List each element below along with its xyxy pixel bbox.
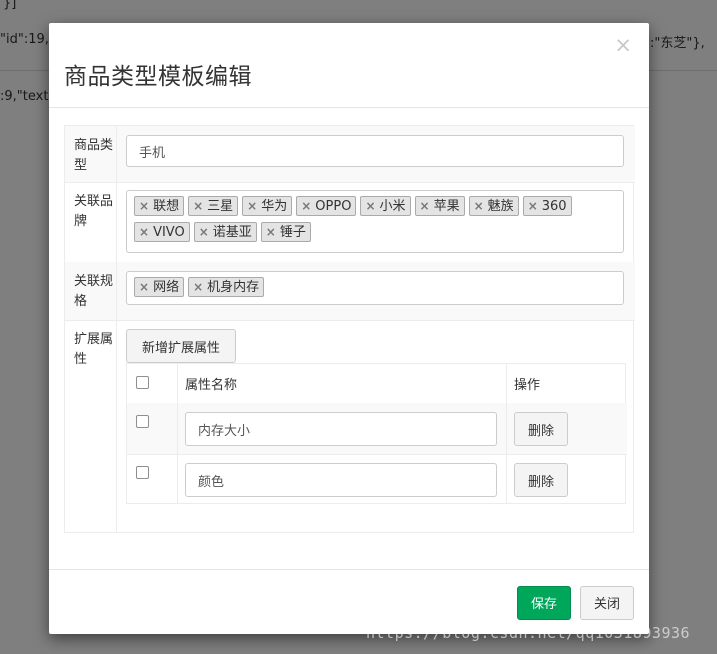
modal-header: 商品类型模板编辑 × [49, 23, 649, 108]
row-action-cell: 删除 [506, 403, 627, 454]
row-check-cell [127, 403, 178, 454]
header-name-cell: 属性名称 [177, 364, 507, 403]
table-row: 删除 [127, 454, 627, 504]
tag-label: VIVO [153, 225, 185, 240]
row-specs: 关联规格 × 网络 × 机身内存 [65, 262, 635, 321]
remove-tag-icon[interactable]: × [139, 199, 149, 213]
remove-tag-icon[interactable]: × [247, 199, 257, 213]
add-extension-button[interactable]: 新增扩展属性 [126, 329, 236, 363]
tag-label: 魅族 [487, 199, 514, 214]
label-specs: 关联规格 [65, 262, 117, 320]
row-check-cell [127, 454, 178, 504]
delete-button[interactable]: 删除 [514, 412, 568, 446]
remove-tag-icon[interactable]: × [266, 225, 276, 239]
tag-label: 锤子 [279, 225, 306, 240]
extension-table-header: 属性名称 操作 [127, 364, 627, 404]
selected-tag: × 锤子 [260, 222, 311, 242]
remove-tag-icon[interactable]: × [139, 280, 149, 294]
form-table: 商品类型 关联品牌 ×联想×三星×华为×OPPO×小米×苹果×魅族×360×VI… [64, 125, 635, 533]
tag-label: 华为 [261, 199, 288, 214]
selected-tag: × 苹果 [414, 196, 465, 216]
tag-label: 360 [541, 199, 567, 214]
selected-tag: × 魅族 [468, 196, 519, 216]
selected-tag: × 三星 [188, 196, 239, 216]
label-extensions: 扩展属性 [65, 320, 117, 533]
selected-tag: × 360 [522, 196, 572, 216]
attribute-name-input[interactable] [185, 412, 497, 446]
remove-tag-icon[interactable]: × [193, 199, 203, 213]
selected-tag: × 华为 [242, 196, 293, 216]
delete-button[interactable]: 删除 [514, 463, 568, 497]
edit-template-modal: 商品类型模板编辑 × 商品类型 关联品牌 ×联想×三星×华为×OPPO×小米×苹… [49, 23, 649, 634]
label-product-type: 商品类型 [65, 126, 117, 182]
remove-tag-icon[interactable]: × [199, 225, 209, 239]
selected-tag: × 机身内存 [188, 277, 265, 297]
row-name-cell [177, 403, 507, 454]
label-text: 关联品牌 [74, 194, 114, 229]
remove-tag-icon[interactable]: × [528, 199, 538, 213]
selected-tag: × OPPO [296, 196, 357, 216]
remove-tag-icon[interactable]: × [193, 280, 203, 294]
tag-label: 三星 [207, 199, 234, 214]
select-all-checkbox[interactable] [136, 376, 149, 389]
remove-tag-icon[interactable]: × [301, 199, 311, 213]
selected-tag: × VIVO [134, 222, 190, 242]
close-icon[interactable]: × [614, 35, 632, 56]
close-button[interactable]: 关闭 [580, 586, 634, 620]
header-action: 操作 [514, 378, 541, 393]
row-extensions: 扩展属性 新增扩展属性 属性名称 操作 内存大小 删除 颜色 删除 [65, 320, 635, 533]
save-button[interactable]: 保存 [517, 586, 571, 620]
header-action-cell: 操作 [506, 364, 627, 403]
remove-tag-icon[interactable]: × [420, 199, 430, 213]
tag-label: 机身内存 [207, 280, 260, 295]
selected-tag: × 小米 [360, 196, 411, 216]
selected-tag: × 联想 [134, 196, 185, 216]
label-text: 扩展属性 [74, 332, 114, 367]
product-type-input[interactable] [126, 135, 624, 167]
remove-tag-icon[interactable]: × [365, 199, 375, 213]
tag-label: 诺基亚 [212, 225, 252, 240]
extension-table: 属性名称 操作 删除 [126, 363, 627, 504]
remove-tag-icon[interactable]: × [139, 225, 149, 239]
attribute-name-input[interactable] [185, 463, 497, 497]
tag-label: OPPO [315, 199, 352, 214]
label-text: 商品类型 [74, 138, 114, 173]
header-attr-name: 属性名称 [185, 378, 238, 393]
label-brands: 关联品牌 [65, 182, 117, 262]
table-row: 删除 [127, 403, 627, 455]
row-product-type: 商品类型 [65, 126, 635, 183]
tag-label: 网络 [153, 280, 180, 295]
selected-tag: × 网络 [134, 277, 185, 297]
row-action-cell: 删除 [506, 454, 627, 504]
label-text: 关联规格 [74, 274, 114, 309]
modal-title: 商品类型模板编辑 [64, 64, 252, 90]
row-checkbox[interactable] [136, 415, 149, 428]
row-checkbox[interactable] [136, 466, 149, 479]
remove-tag-icon[interactable]: × [474, 199, 484, 213]
tag-label: 小米 [379, 199, 406, 214]
row-brands: 关联品牌 × 联想 × 三星 × 华为 × OPPO × 小米 × 苹果 × 魅族 × 360× VIVO × 诺基… [65, 182, 635, 263]
tag-label: 联想 [153, 199, 180, 214]
header-check-cell [127, 364, 178, 403]
watermark: https://blog.csdn.net/qq1031893936 [366, 624, 691, 642]
brand-multiselect[interactable]: × 联想 × 三星 × 华为 × OPPO × 小米 × 苹果 × 魅族 × 360× VIVO × 诺基亚 × 锤子 [126, 190, 624, 253]
row-name-cell [177, 454, 507, 504]
spec-multiselect[interactable]: × 网络 × 机身内存 [126, 271, 624, 305]
selected-tag: × 诺基亚 [193, 222, 257, 242]
tag-label: 苹果 [433, 199, 460, 214]
